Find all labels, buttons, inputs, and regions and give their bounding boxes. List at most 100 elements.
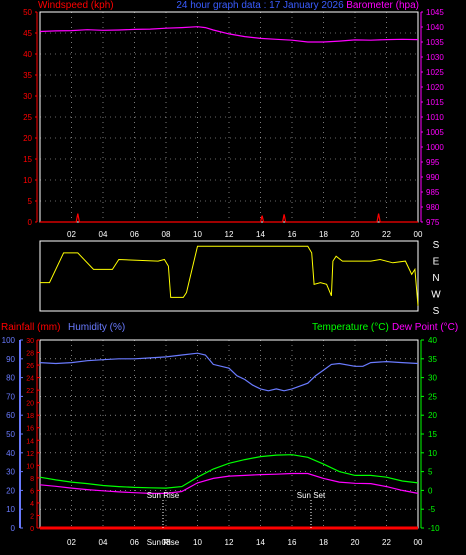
chart-title: 24 hour graph data : 17 January 2026 — [176, 0, 344, 11]
humidity-tick-label: 80 — [6, 374, 15, 383]
temperature-tick-label: 35 — [428, 355, 437, 364]
compass-label: E — [433, 257, 440, 268]
windspeed-tick-label: 20 — [23, 134, 32, 143]
sun-set-label: Sun Set — [297, 491, 326, 500]
windspeed-axis-title: Windspeed (kph) — [38, 0, 114, 11]
time-tick-label: 16 — [288, 538, 297, 547]
humidity-tick-label: 10 — [6, 505, 15, 514]
rainfall-tick-label: 6 — [30, 488, 34, 495]
compass-label: W — [431, 290, 441, 301]
barometer-tick-label: 1025 — [426, 68, 444, 77]
barometer-tick-label: 975 — [426, 218, 440, 227]
time-tick-label: 22 — [382, 230, 391, 239]
temperature-tick-label: 25 — [428, 392, 437, 401]
time-tick-label: 12 — [225, 538, 234, 547]
barometer-tick-label: 1005 — [426, 128, 444, 137]
rainfall-tick-label: 14 — [26, 438, 34, 445]
time-tick-label: 06 — [130, 230, 139, 239]
compass-label: N — [432, 273, 439, 284]
rainfall-tick-label: 8 — [30, 476, 34, 483]
humidity-tick-label: 70 — [6, 392, 15, 401]
windspeed-tick-label: 40 — [23, 50, 32, 59]
barometer-tick-label: 1000 — [426, 143, 444, 152]
humidity-tick-label: 50 — [6, 430, 15, 439]
time-tick-label: 22 — [382, 538, 391, 547]
barometer-tick-label: 990 — [426, 173, 440, 182]
time-tick-label: 10 — [193, 230, 202, 239]
time-tick-label: 18 — [319, 230, 328, 239]
time-tick-label: 14 — [256, 538, 265, 547]
time-tick-label: 04 — [99, 230, 108, 239]
windspeed-tick-label: 25 — [23, 113, 32, 122]
time-tick-label: 08 — [162, 230, 171, 239]
time-tick-label: 02 — [67, 230, 76, 239]
windspeed-tick-label: 50 — [23, 8, 32, 17]
temperature-tick-label: -10 — [428, 524, 440, 533]
windspeed-tick-label: 5 — [28, 197, 33, 206]
rainfall-tick-label: 12 — [26, 451, 34, 458]
compass-label: S — [433, 240, 440, 251]
temperature-tick-label: 0 — [428, 486, 433, 495]
time-tick-label: 18 — [319, 538, 328, 547]
temperature-tick-label: 5 — [428, 468, 433, 477]
barometer-tick-label: 980 — [426, 203, 440, 212]
time-tick-label: 00 — [414, 538, 423, 547]
windspeed-tick-label: 0 — [28, 218, 33, 227]
temperature-tick-label: 10 — [428, 449, 437, 458]
barometer-tick-label: 1040 — [426, 23, 444, 32]
time-tick-label: 12 — [225, 230, 234, 239]
weather-chart: Windspeed (kph) 24 hour graph data : 17 … — [0, 0, 466, 555]
rainfall-tick-label: 16 — [26, 426, 34, 433]
barometer-tick-label: 1035 — [426, 38, 444, 47]
rainfall-tick-label: 4 — [30, 501, 34, 508]
barometer-tick-label: 1015 — [426, 98, 444, 107]
time-tick-label: 10 — [193, 538, 202, 547]
time-tick-label: 20 — [351, 538, 360, 547]
windspeed-tick-label: 35 — [23, 71, 32, 80]
time-tick-label: 04 — [99, 538, 108, 547]
temperature-tick-label: 40 — [428, 336, 437, 345]
rainfall-tick-label: 2 — [30, 513, 34, 520]
humidity-tick-label: 40 — [6, 449, 15, 458]
humidity-tick-label: 90 — [6, 355, 15, 364]
windspeed-tick-label: 30 — [23, 92, 32, 101]
rainfall-tick-label: 20 — [26, 401, 34, 408]
rainfall-tick-label: 26 — [26, 363, 34, 370]
humidity-tick-label: 20 — [6, 486, 15, 495]
temperature-tick-label: 30 — [428, 374, 437, 383]
rainfall-tick-label: 24 — [26, 376, 34, 383]
humidity-tick-label: 0 — [11, 524, 16, 533]
time-tick-label: 02 — [67, 538, 76, 547]
humidity-tick-label: 60 — [6, 411, 15, 420]
time-tick-label: 00 — [414, 230, 423, 239]
humidity-tick-label: 30 — [6, 468, 15, 477]
time-tick-label: 16 — [288, 230, 297, 239]
rainfall-axis-title: Rainfall (mm) — [1, 322, 60, 333]
sun-rise-axis-label: Sun Rise — [147, 538, 180, 547]
rainfall-tick-label: 28 — [26, 351, 34, 358]
temperature-tick-label: -5 — [428, 505, 436, 514]
time-tick-label: 06 — [130, 538, 139, 547]
rainfall-tick-label: 0 — [30, 526, 34, 533]
humidity-axis-title: Humidity (%) — [68, 322, 125, 333]
humidity-tick-label: 100 — [2, 336, 16, 345]
sun-rise-label: Sun Rise — [147, 491, 180, 500]
windspeed-tick-label: 45 — [23, 29, 32, 38]
barometer-tick-label: 985 — [426, 188, 440, 197]
rainfall-tick-label: 30 — [26, 338, 34, 345]
temperature-tick-label: 20 — [428, 411, 437, 420]
time-tick-label: 14 — [256, 230, 265, 239]
windspeed-tick-label: 15 — [23, 155, 32, 164]
windspeed-tick-label: 10 — [23, 176, 32, 185]
dewpoint-axis-title: Dew Point (°C) — [392, 322, 458, 333]
compass-label: S — [433, 306, 440, 317]
barometer-tick-label: 1030 — [426, 53, 444, 62]
time-tick-label: 20 — [351, 230, 360, 239]
rainfall-tick-label: 10 — [26, 463, 34, 470]
barometer-axis-title: Barometer (hpa) — [346, 0, 419, 11]
barometer-tick-label: 1010 — [426, 113, 444, 122]
temperature-tick-label: 15 — [428, 430, 437, 439]
rainfall-tick-label: 22 — [26, 388, 34, 395]
rainfall-tick-label: 18 — [26, 413, 34, 420]
barometer-tick-label: 1045 — [426, 8, 444, 17]
